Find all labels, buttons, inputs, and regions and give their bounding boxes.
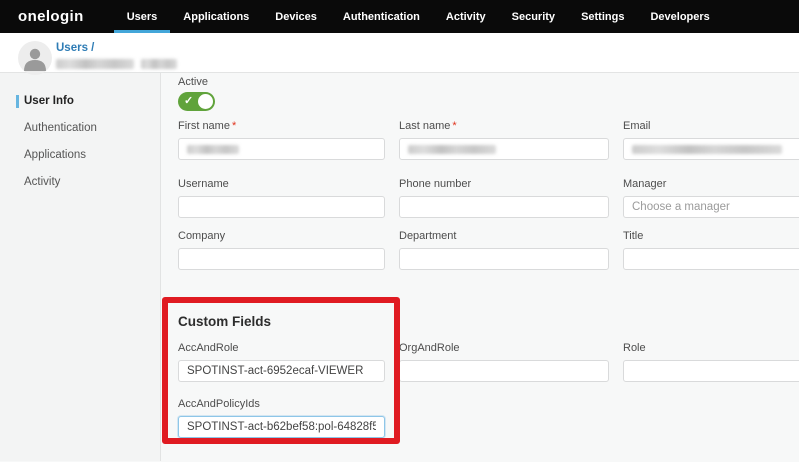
custom-fields-heading: Custom Fields (178, 314, 799, 330)
acc-and-policy-ids-label: AccAndPolicyIds (178, 398, 385, 411)
nav-tab-security[interactable]: Security (499, 0, 568, 33)
department-label: Department (399, 230, 609, 243)
nav-tab-authentication[interactable]: Authentication (330, 0, 433, 33)
active-field: Active ✓ (178, 76, 799, 111)
redacted-email (632, 145, 782, 154)
department-input[interactable] (399, 248, 609, 270)
last-name-input[interactable] (399, 138, 609, 160)
org-and-role-label: OrgAndRole (399, 342, 609, 355)
manager-label: Manager (623, 178, 799, 191)
redacted-first-name (187, 145, 239, 154)
nav-tab-applications[interactable]: Applications (170, 0, 262, 33)
breadcrumb: Users / (56, 38, 177, 69)
sidebar-item-activity[interactable]: Activity (0, 176, 160, 189)
last-name-label: Last name* (399, 120, 609, 133)
redacted-last-name (408, 145, 496, 154)
username-label: Username (178, 178, 385, 191)
nav-tab-settings[interactable]: Settings (568, 0, 637, 33)
phone-number-label: Phone number (399, 178, 609, 191)
sidebar-item-applications[interactable]: Applications (0, 149, 160, 162)
sidebar-item-user-info[interactable]: User Info (0, 95, 160, 108)
company-label: Company (178, 230, 385, 243)
company-input[interactable] (178, 248, 385, 270)
nav-tab-devices[interactable]: Devices (262, 0, 330, 33)
first-name-label: First name* (178, 120, 385, 133)
active-toggle[interactable]: ✓ (178, 92, 215, 111)
sidebar: User Info Authentication Applications Ac… (0, 73, 161, 461)
phone-number-input[interactable] (399, 196, 609, 218)
role-label: Role (623, 342, 799, 355)
check-icon: ✓ (184, 94, 193, 107)
nav-tab-users[interactable]: Users (114, 0, 171, 33)
breadcrumb-users-link[interactable]: Users / (56, 42, 94, 54)
nav-tabs: Users Applications Devices Authenticatio… (114, 0, 723, 33)
sidebar-item-authentication[interactable]: Authentication (0, 122, 160, 135)
active-label: Active (178, 76, 799, 88)
top-nav: onelogin Users Applications Devices Auth… (0, 0, 799, 33)
org-and-role-input[interactable] (399, 360, 609, 382)
email-label: Email (623, 120, 799, 133)
redacted-text-blob (141, 59, 177, 69)
redacted-user-name (56, 59, 177, 69)
email-input[interactable] (623, 138, 799, 160)
role-input[interactable] (623, 360, 799, 382)
redacted-text-blob (56, 59, 134, 69)
acc-and-role-input[interactable] (178, 360, 385, 382)
page-header: Users / (0, 33, 799, 73)
user-avatar-icon (18, 41, 52, 75)
nav-tab-developers[interactable]: Developers (637, 0, 722, 33)
required-asterisk: * (232, 120, 236, 132)
username-input[interactable] (178, 196, 385, 218)
user-info-form: Active ✓ First name* Last name* Email (161, 73, 799, 461)
onelogin-logo: onelogin (18, 8, 84, 25)
acc-and-policy-ids-input[interactable] (178, 416, 385, 438)
first-name-input[interactable] (178, 138, 385, 160)
toggle-knob (198, 94, 213, 109)
title-input[interactable] (623, 248, 799, 270)
manager-input[interactable] (623, 196, 799, 218)
required-asterisk: * (452, 120, 456, 132)
nav-tab-activity[interactable]: Activity (433, 0, 499, 33)
title-label: Title (623, 230, 799, 243)
acc-and-role-label: AccAndRole (178, 342, 385, 355)
